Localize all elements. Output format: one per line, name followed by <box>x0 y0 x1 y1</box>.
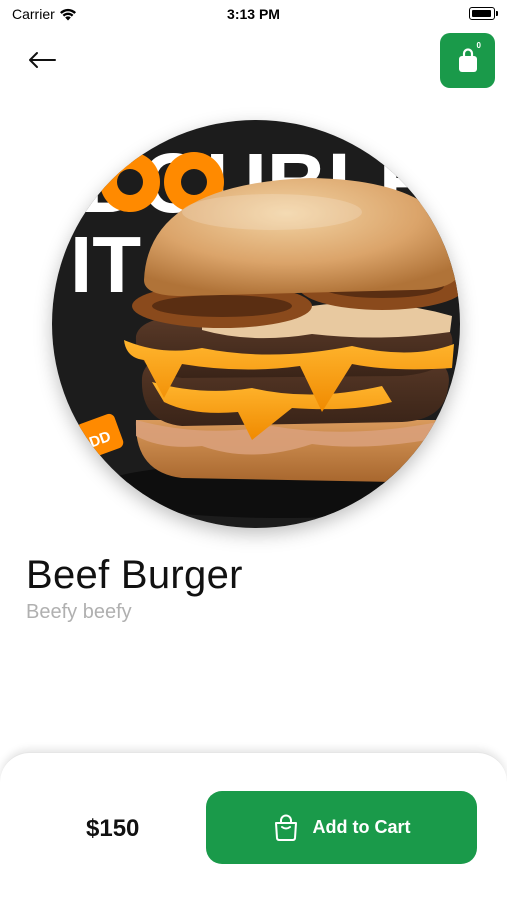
status-time: 3:13 PM <box>227 6 280 22</box>
burger-illustration: DOUBLE IT DD <box>52 120 460 528</box>
battery-icon <box>469 7 498 20</box>
product-price: $150 <box>86 815 140 842</box>
bottom-bar: $150 Add to Cart <box>0 752 507 900</box>
shopping-bag-icon <box>274 814 297 841</box>
product-image: DOUBLE IT DD <box>52 120 460 528</box>
status-bar: Carrier 3:13 PM <box>0 0 507 30</box>
product-description: Beefy beefy <box>26 601 132 623</box>
image-text-bottom: IT <box>70 220 141 309</box>
shopping-bag-icon <box>458 47 477 72</box>
cart-button[interactable]: 0 <box>440 33 495 88</box>
product-name: Beef Burger <box>26 553 243 597</box>
add-to-cart-button[interactable]: Add to Cart <box>206 791 477 864</box>
arrow-left-icon <box>29 52 56 68</box>
cart-count-badge: 0 <box>476 41 481 50</box>
add-to-cart-label: Add to Cart <box>312 817 411 837</box>
back-button[interactable] <box>22 44 62 76</box>
